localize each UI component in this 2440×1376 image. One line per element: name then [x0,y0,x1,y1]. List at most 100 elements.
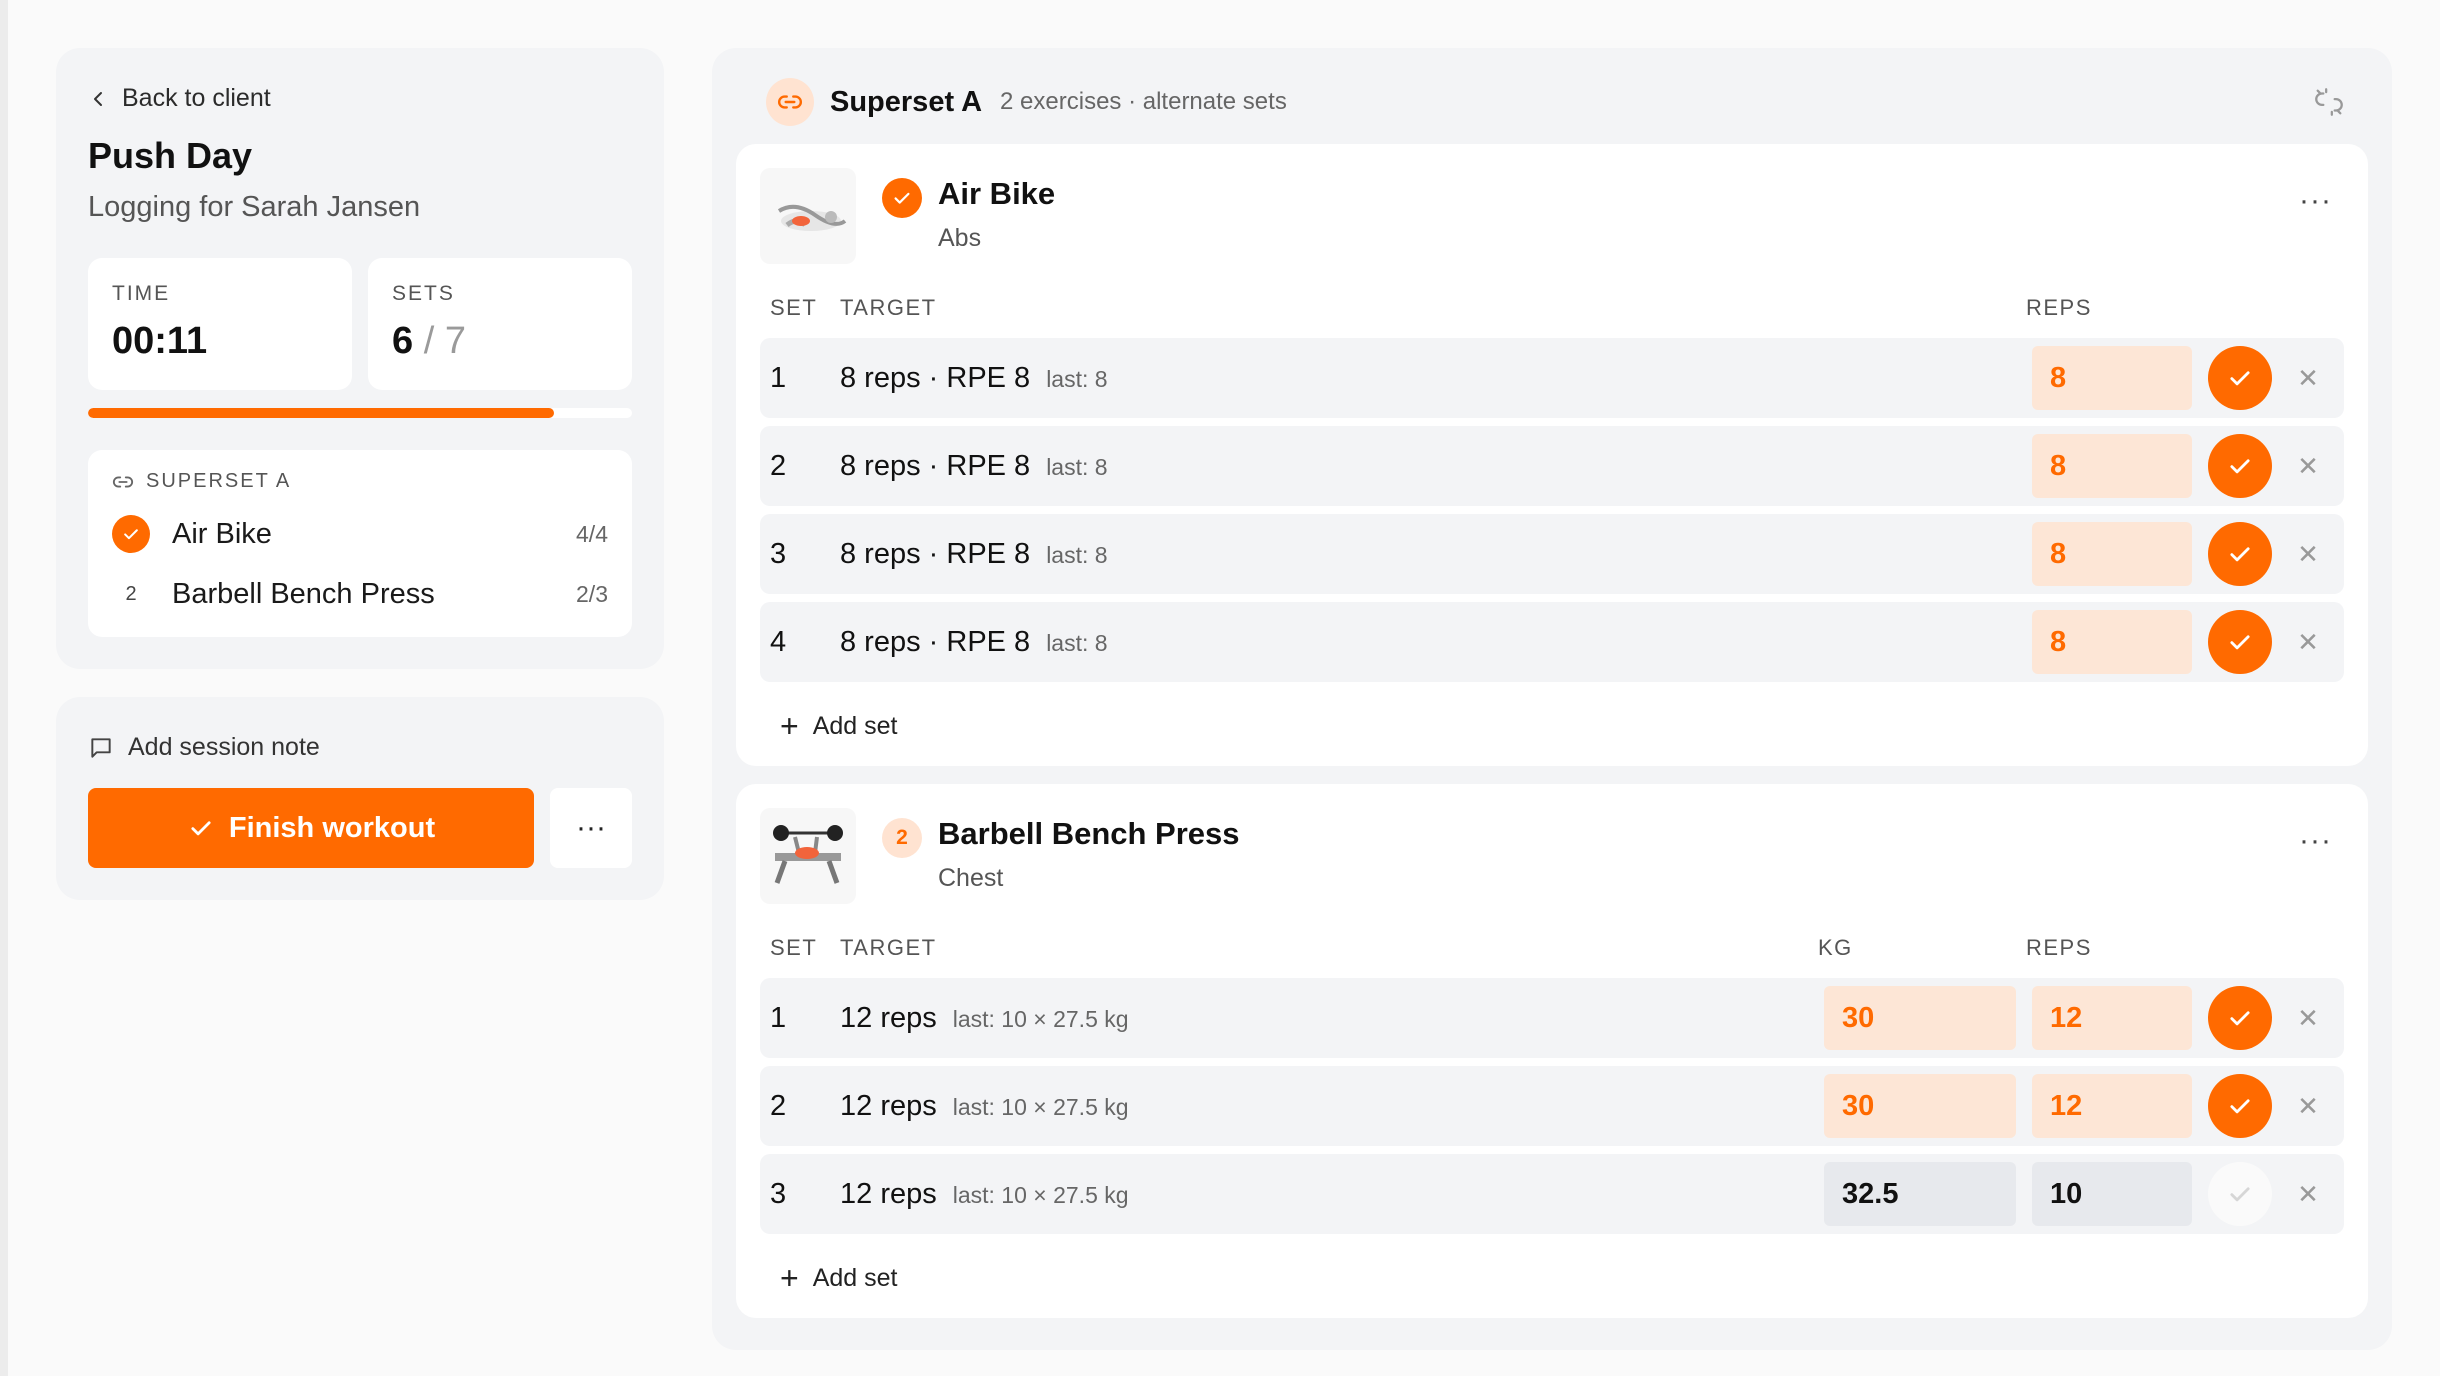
add-set-button[interactable]: + Add set [760,1258,2344,1298]
reps-input[interactable] [2032,434,2192,498]
exercise-thumbnail[interactable] [760,168,856,264]
exercise-header: Air Bike Abs [760,168,2344,272]
superset-overview-item[interactable]: Air Bike 4/4 [112,515,608,553]
delete-set-button[interactable]: ✕ [2272,434,2344,498]
exercise-more-button[interactable]: ··· [2299,824,2332,858]
link-icon [112,476,134,487]
log-set-button[interactable] [2208,986,2272,1050]
sets-total: 7 [444,320,466,362]
last-performance: last: 8 [1046,365,1108,392]
set-target: 8 reps · RPE 8 last: 8 [840,450,2032,483]
exercise-order-badge: 2 [882,818,922,858]
exercise-list: Air Bike Abs ··· SET TARGET REPS 1 8 rep… [736,144,2368,1318]
finish-actions: Finish workout ··· [88,788,632,868]
finish-workout-button[interactable]: Finish workout [88,788,534,868]
close-icon: ✕ [2297,450,2319,481]
close-icon: ✕ [2297,538,2319,569]
exercise-index: 2 [125,582,137,605]
log-set-button[interactable] [2208,610,2272,674]
reps-input[interactable] [2032,1074,2192,1138]
set-target: 12 reps last: 10 × 27.5 kg [840,1002,1824,1035]
exercise-illustration [777,204,847,231]
close-icon: ✕ [2297,1002,2319,1033]
check-icon [191,821,211,836]
workout-title: Push Day [88,135,253,176]
check-icon [2230,459,2250,474]
set-target: 8 reps · RPE 8 last: 8 [840,538,2032,571]
log-set-button[interactable] [2208,1162,2272,1226]
last-performance: last: 8 [1046,629,1108,656]
superset-overview: SUPERSET A Air Bike 4/4 2 Barbell Bench Pre… [88,450,632,637]
target-text: 8 reps · RPE 8 [840,537,1031,570]
exercise-card: Air Bike Abs ··· SET TARGET REPS 1 8 rep… [736,144,2368,766]
target-text: 8 reps · RPE 8 [840,625,1031,658]
back-label: Back to client [122,84,271,112]
target-text: 12 reps [840,1089,937,1122]
delete-set-button[interactable]: ✕ [2272,1162,2344,1226]
set-target: 12 reps last: 10 × 27.5 kg [840,1090,1824,1123]
add-set-label: Add set [812,711,898,740]
session-actions-card: Add session note Finish workout ··· [56,697,664,900]
target-text: 12 reps [840,1001,937,1034]
set-number: 4 [770,625,787,658]
check-icon [2230,547,2250,562]
log-set-button[interactable] [2208,434,2272,498]
exercise-card: 2 Barbell Bench Press Chest ··· SET TARG… [736,784,2368,1318]
exercise-complete-badge [882,178,922,218]
delete-set-button[interactable]: ✕ [2272,986,2344,1050]
log-set-button[interactable] [2208,346,2272,410]
delete-set-button[interactable]: ✕ [2272,522,2344,586]
reps-input[interactable] [2032,986,2192,1050]
unlink-icon[interactable] [2312,85,2346,119]
last-performance: last: 8 [1046,453,1108,480]
session-progress-bar [88,408,632,418]
delete-set-button[interactable]: ✕ [2272,1074,2344,1138]
session-sidebar: Back to client Push Day Logging for Sara… [56,48,664,900]
kg-input[interactable] [1824,986,2016,1050]
delete-set-button[interactable]: ✕ [2272,610,2344,674]
add-set-button[interactable]: + Add set [760,706,2344,746]
back-to-client-link[interactable]: Back to client [88,84,632,113]
reps-input[interactable] [2032,610,2192,674]
sets-value: 6 / 7 [392,320,608,363]
log-set-button[interactable] [2208,1074,2272,1138]
exercise-name: Air Bike [938,176,1056,211]
superset-overview-item[interactable]: 2 Barbell Bench Press 2/3 [112,575,608,613]
superset-link-badge [766,78,814,126]
add-session-note-button[interactable]: Add session note [88,733,632,762]
kg-input[interactable] [1824,1162,2016,1226]
more-options-button[interactable]: ··· [550,788,632,868]
close-icon: ✕ [2297,626,2319,657]
set-row: 1 8 reps · RPE 8 last: 8 ✕ [760,338,2344,418]
client-subtitle: Logging for Sarah Jansen [88,191,421,223]
exercise-more-button[interactable]: ··· [2299,184,2332,218]
exercise-info: Barbell Bench Press Chest [938,808,1240,893]
exercise-header: 2 Barbell Bench Press Chest [760,808,2344,912]
completed-check-icon [112,515,150,553]
add-set-label: Add set [812,1263,898,1292]
check-icon [894,192,910,204]
set-target: 8 reps · RPE 8 last: 8 [840,362,2032,395]
kg-input[interactable] [1824,1074,2016,1138]
time-label: TIME [112,282,171,305]
exercise-thumbnail[interactable] [760,808,856,904]
set-number: 3 [770,1177,787,1210]
reps-input[interactable] [2032,522,2192,586]
exercise-set-count: 2/3 [576,580,608,607]
last-performance: last: 8 [1046,541,1108,568]
kg-column-header: KG [1818,935,1853,960]
reps-input[interactable] [2032,1162,2192,1226]
target-text: 8 reps · RPE 8 [840,361,1031,394]
set-row: 1 12 reps last: 10 × 27.5 kg ✕ [760,978,2344,1058]
set-number: 2 [770,1089,787,1122]
exercise-info: Air Bike Abs [938,168,1055,253]
set-column-header: SET [770,935,818,960]
superset-overview-header: SUPERSET A [112,470,608,493]
session-progress-fill [88,408,555,418]
session-summary-card: Back to client Push Day Logging for Sara… [56,48,664,669]
comment-icon [91,737,111,758]
log-set-button[interactable] [2208,522,2272,586]
check-icon [2230,1187,2250,1202]
reps-input[interactable] [2032,346,2192,410]
delete-set-button[interactable]: ✕ [2272,346,2344,410]
